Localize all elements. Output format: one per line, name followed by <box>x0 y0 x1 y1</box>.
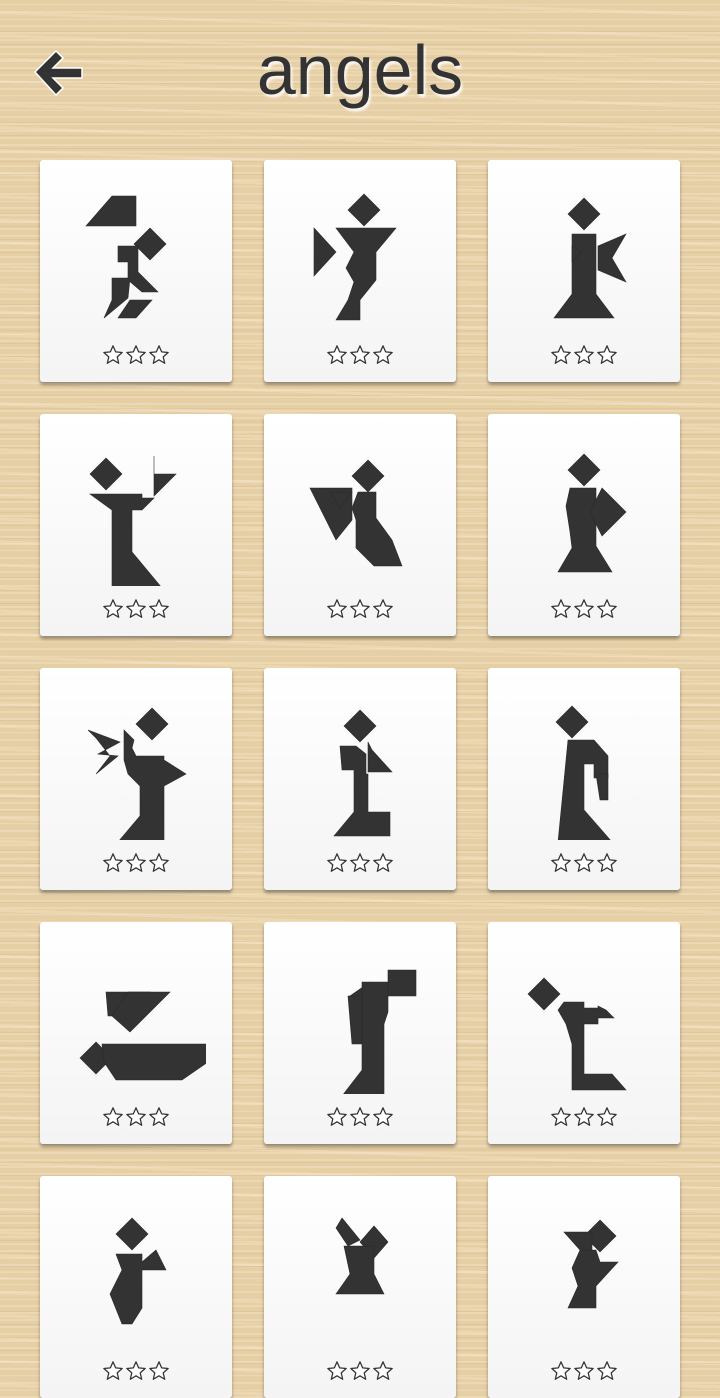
star-empty-icon <box>596 599 619 624</box>
star-rating <box>488 1106 680 1128</box>
puzzle-card[interactable] <box>40 668 232 890</box>
star-empty-icon <box>573 599 596 624</box>
star-empty-icon <box>372 853 395 878</box>
star-empty-icon <box>349 1107 372 1132</box>
tangram-silhouette <box>563 1219 619 1309</box>
tangram-silhouette <box>553 197 627 319</box>
star-empty-icon <box>125 345 148 370</box>
header: angels <box>0 0 720 150</box>
puzzle-card[interactable] <box>488 160 680 382</box>
star-empty-icon <box>102 599 125 624</box>
star-empty-icon <box>372 345 395 370</box>
puzzle-card[interactable] <box>264 414 456 636</box>
tangram-silhouette <box>87 707 187 840</box>
star-rating <box>264 344 456 366</box>
star-empty-icon <box>102 1107 125 1132</box>
star-empty-icon <box>550 599 573 624</box>
puzzle-card[interactable] <box>264 1176 456 1398</box>
star-rating <box>264 598 456 620</box>
star-rating <box>40 344 232 366</box>
puzzle-card[interactable] <box>40 1176 232 1398</box>
star-empty-icon <box>148 599 171 624</box>
star-rating <box>264 852 456 874</box>
star-empty-icon <box>596 1107 619 1132</box>
star-empty-icon <box>125 853 148 878</box>
star-empty-icon <box>326 853 349 878</box>
star-empty-icon <box>102 853 125 878</box>
star-empty-icon <box>326 345 349 370</box>
star-empty-icon <box>349 1361 372 1386</box>
tangram-silhouette <box>109 1217 167 1325</box>
star-empty-icon <box>550 853 573 878</box>
star-rating <box>488 1360 680 1382</box>
tangram-silhouette <box>335 1217 389 1295</box>
star-empty-icon <box>102 345 125 370</box>
star-rating <box>40 1106 232 1128</box>
tangram-silhouette <box>313 193 397 321</box>
star-empty-icon <box>596 1361 619 1386</box>
star-empty-icon <box>550 345 573 370</box>
tangram-silhouette <box>89 456 177 586</box>
star-empty-icon <box>125 599 148 624</box>
tangram-silhouette <box>85 195 167 319</box>
star-empty-icon <box>372 1107 395 1132</box>
star-rating <box>40 598 232 620</box>
tangram-silhouette <box>309 459 403 567</box>
star-empty-icon <box>372 599 395 624</box>
puzzle-card[interactable] <box>488 414 680 636</box>
star-empty-icon <box>596 345 619 370</box>
puzzle-card[interactable] <box>488 922 680 1144</box>
tangram-silhouette <box>527 977 627 1091</box>
star-empty-icon <box>148 345 171 370</box>
puzzle-card[interactable] <box>40 160 232 382</box>
star-empty-icon <box>125 1107 148 1132</box>
star-empty-icon <box>573 345 596 370</box>
star-empty-icon <box>573 1361 596 1386</box>
star-empty-icon <box>550 1361 573 1386</box>
star-empty-icon <box>349 853 372 878</box>
star-rating <box>488 852 680 874</box>
star-empty-icon <box>349 345 372 370</box>
star-empty-icon <box>550 1107 573 1132</box>
puzzle-card[interactable] <box>264 668 456 890</box>
puzzle-card[interactable] <box>264 160 456 382</box>
star-rating <box>264 1360 456 1382</box>
star-empty-icon <box>596 853 619 878</box>
star-empty-icon <box>326 599 349 624</box>
page-title: angels <box>256 31 464 109</box>
star-rating <box>488 598 680 620</box>
star-empty-icon <box>148 1361 171 1386</box>
star-empty-icon <box>148 1107 171 1132</box>
star-empty-icon <box>326 1361 349 1386</box>
star-rating <box>264 1106 456 1128</box>
star-empty-icon <box>573 853 596 878</box>
star-rating <box>40 852 232 874</box>
puzzle-card[interactable] <box>40 414 232 636</box>
star-empty-icon <box>573 1107 596 1132</box>
puzzle-card[interactable] <box>40 922 232 1144</box>
star-empty-icon <box>148 853 171 878</box>
tangram-silhouette <box>557 453 627 573</box>
star-rating <box>488 344 680 366</box>
star-empty-icon <box>372 1361 395 1386</box>
star-rating <box>40 1360 232 1382</box>
tangram-silhouette <box>79 991 206 1081</box>
tangram-silhouette <box>555 705 611 840</box>
puzzle-card[interactable] <box>488 1176 680 1398</box>
star-empty-icon <box>102 1361 125 1386</box>
tangram-silhouette <box>343 969 417 1094</box>
star-empty-icon <box>326 1107 349 1132</box>
puzzle-card[interactable] <box>264 922 456 1144</box>
star-empty-icon <box>349 599 372 624</box>
star-empty-icon <box>125 1361 148 1386</box>
puzzle-card[interactable] <box>488 668 680 890</box>
tangram-silhouette <box>333 709 393 837</box>
